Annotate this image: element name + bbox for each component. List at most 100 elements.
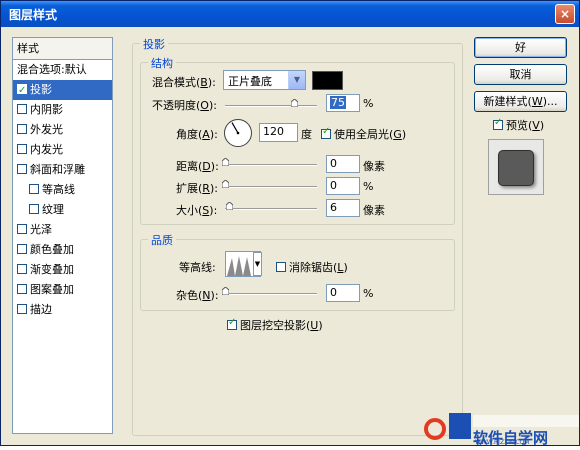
style-item[interactable]: 光泽 [13,220,112,240]
size-label: 大小(S): [176,204,218,217]
style-item-label: 内发光 [30,143,63,156]
style-checkbox[interactable] [17,244,27,254]
distance-slider-thumb[interactable] [222,158,229,166]
preview-checkbox[interactable]: 预览(V) [493,117,544,133]
style-checkbox[interactable] [17,264,27,274]
angle-unit: 度 [301,128,312,141]
noise-label: 杂色(N): [176,289,219,302]
drop-shadow-title: 投影 [140,36,168,52]
style-item[interactable]: 图案叠加 [13,280,112,300]
angle-dial[interactable] [223,118,253,148]
spread-input[interactable]: 0 [326,177,360,195]
cancel-button[interactable]: 取消 [474,64,567,85]
checkbox-box[interactable] [493,117,503,130]
style-item-label: 斜面和浮雕 [30,163,85,176]
style-checkbox[interactable] [17,81,27,101]
style-checkbox[interactable] [17,224,27,234]
style-item[interactable]: 斜面和浮雕 [13,160,112,180]
noise-input[interactable]: 0 [326,284,360,302]
style-item[interactable]: 描边 [13,300,112,320]
angle-label: 角度(A): [176,128,218,141]
chevron-down-icon: ▼ [254,260,261,268]
style-item[interactable]: 渐变叠加 [13,260,112,280]
checkbox-box[interactable] [276,262,286,272]
style-item[interactable]: 内发光 [13,140,112,160]
watermark-logo: 软件自学网 WWW.RJZXW.COM [421,399,580,447]
preview-square [498,150,534,186]
new-style-button[interactable]: 新建样式(W)... [474,91,567,112]
opacity-unit: % [363,97,374,110]
style-item-label: 光泽 [30,223,52,236]
shadow-color-swatch[interactable] [312,71,343,90]
style-checkbox[interactable] [17,124,27,134]
noise-slider-track[interactable] [225,293,317,295]
opacity-slider-track[interactable] [225,105,317,107]
knockout-checkbox[interactable]: 图层挖空投影(U) [227,317,323,333]
style-checkbox[interactable] [17,284,27,294]
antialias-checkbox[interactable]: 消除锯齿(L) [276,259,348,275]
style-item-label: 纹理 [42,203,64,216]
angle-input[interactable]: 120 [259,123,298,142]
opacity-slider-thumb[interactable] [291,99,298,107]
style-item-label: 描边 [30,303,52,316]
distance-input[interactable]: 0 [326,155,360,173]
noise-unit: % [363,287,374,300]
spread-slider-track[interactable] [225,186,317,188]
styles-items: 混合选项:默认投影内阴影外发光内发光斜面和浮雕等高线纹理光泽颜色叠加渐变叠加图案… [13,60,112,320]
quality-title: 品质 [148,232,176,248]
style-checkbox[interactable] [17,144,27,154]
size-input[interactable]: 6 [326,199,360,217]
spread-slider-thumb[interactable] [222,180,229,188]
style-checkbox[interactable] [29,184,39,194]
style-preview [488,139,544,195]
style-item[interactable]: 内阴影 [13,100,112,120]
size-slider-track[interactable] [225,208,317,210]
distance-unit: 像素 [363,160,385,173]
styles-list: 样式 混合选项:默认投影内阴影外发光内发光斜面和浮雕等高线纹理光泽颜色叠加渐变叠… [12,37,113,434]
styles-header[interactable]: 样式 [13,38,112,60]
window-title: 图层样式 [9,8,58,22]
style-checkbox[interactable] [17,304,27,314]
global-light-checkbox[interactable]: 使用全局光(G) [321,126,406,142]
style-item[interactable]: 投影 [13,80,112,101]
blend-mode-label: 混合模式(B): [152,76,216,89]
spread-label: 扩展(R): [176,182,218,195]
style-item-label: 投影 [30,83,52,96]
distance-slider-track[interactable] [225,164,317,166]
size-slider-thumb[interactable] [225,202,233,210]
style-item[interactable]: 颜色叠加 [13,240,112,260]
chevron-down-icon: ▼ [288,71,305,89]
close-button[interactable]: × [555,4,575,24]
checkbox-box[interactable] [321,126,331,139]
style-item-label: 渐变叠加 [30,263,74,276]
ok-button[interactable]: 好 [474,37,567,58]
title-bar[interactable]: 图层样式 × [1,1,579,27]
style-item[interactable]: 等高线 [13,180,112,200]
blend-mode-select[interactable]: 正片叠底 ▼ [223,70,306,90]
contour-label: 等高线: [179,261,216,274]
structure-title: 结构 [148,55,176,71]
style-item-label: 图案叠加 [30,283,74,296]
watermark-url: WWW.RJZXW.COM [475,439,530,446]
style-item[interactable]: 纹理 [13,200,112,220]
style-item-label: 颜色叠加 [30,243,74,256]
style-checkbox[interactable] [17,164,27,174]
style-item[interactable]: 混合选项:默认 [13,60,112,80]
layer-style-dialog: 图层样式 × 样式 混合选项:默认投影内阴影外发光内发光斜面和浮雕等高线纹理光泽… [0,0,580,447]
opacity-label: 不透明度(O): [152,99,217,112]
style-item-label: 内阴影 [30,103,63,116]
style-item-label: 等高线 [42,183,75,196]
style-item-label: 混合选项:默认 [17,63,87,76]
contour-dropdown-button[interactable]: ▼ [253,252,262,276]
style-checkbox[interactable] [17,104,27,114]
opacity-input[interactable]: 75 [326,94,360,112]
style-item-label: 外发光 [30,123,63,136]
distance-label: 距离(D): [176,160,219,173]
size-unit: 像素 [363,204,385,217]
style-item[interactable]: 外发光 [13,120,112,140]
noise-slider-thumb[interactable] [222,287,229,295]
blend-mode-value: 正片叠底 [228,75,272,88]
style-checkbox[interactable] [29,204,39,214]
spread-unit: % [363,180,374,193]
checkbox-box[interactable] [227,317,237,330]
